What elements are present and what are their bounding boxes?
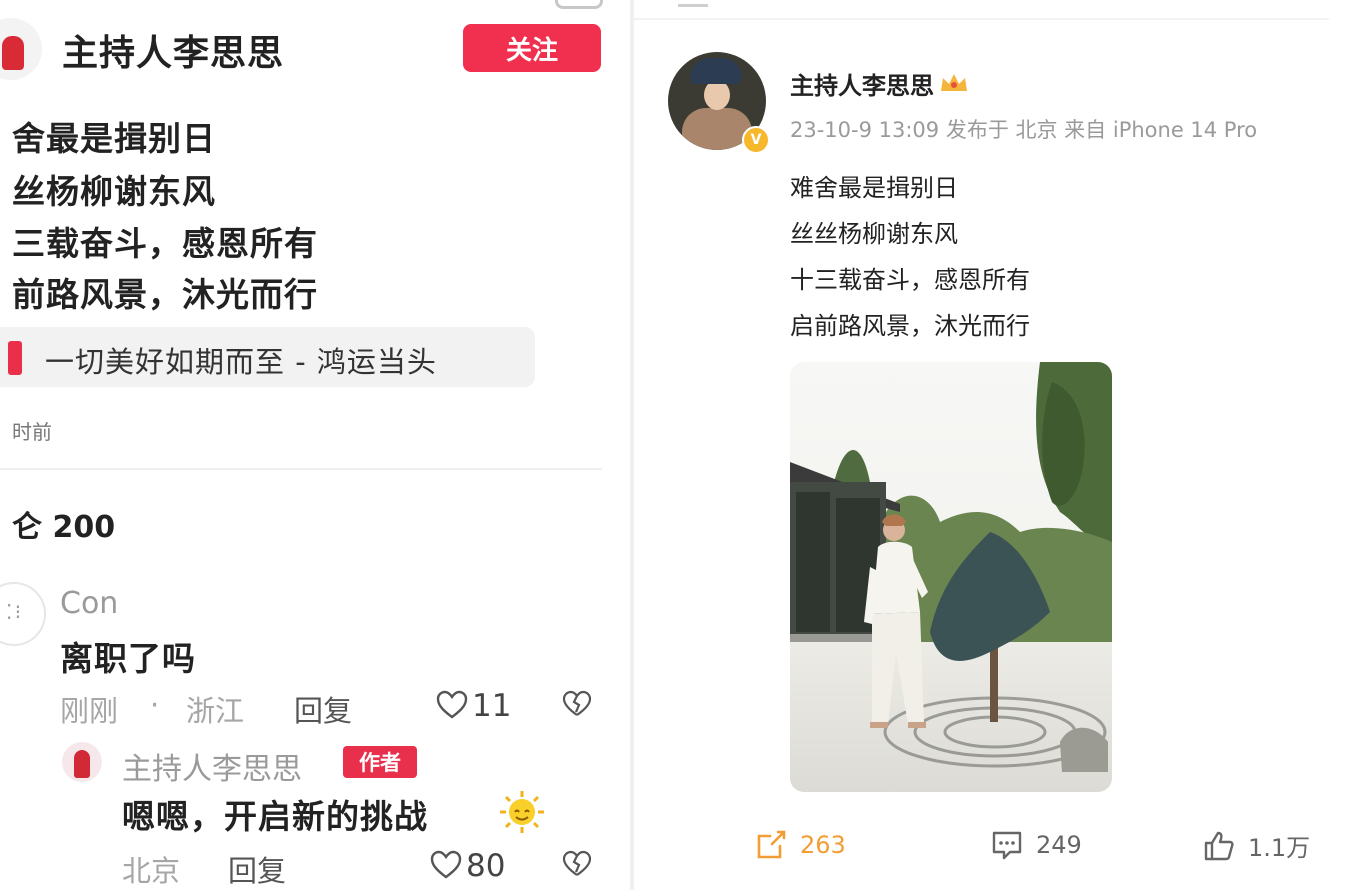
reply-text: 嗯嗯，开启新的挑战 (122, 797, 428, 836)
divider (634, 18, 1329, 20)
like-count: 1.1万 (1248, 834, 1311, 862)
crown-icon (941, 74, 967, 91)
comment-like-count: 11 (472, 688, 512, 724)
comment-icon (992, 831, 1022, 860)
topic-icon (8, 341, 22, 375)
repost-button[interactable]: 263 (754, 828, 846, 862)
author-badge: 作者 (343, 746, 417, 778)
reply-location: 北京 (122, 854, 181, 888)
author-avatar[interactable] (0, 18, 42, 80)
heart-icon (436, 690, 468, 719)
post-line-1: 舍最是揖别日 (12, 119, 216, 158)
commenter-avatar[interactable]: ⁚ ⁝ (0, 582, 46, 646)
reply-reply-button[interactable]: 回复 (228, 848, 286, 890)
broken-heart-icon (562, 850, 592, 876)
verified-icon: V (742, 126, 770, 154)
post-line-2: 丝丝杨柳谢东风 (790, 220, 958, 248)
topic-label: 一切美好如期而至 - 鸿运当头 (45, 345, 437, 379)
comment-location: 浙江 (186, 694, 245, 728)
broken-heart-icon (562, 690, 592, 716)
post-line-3: 十三载奋斗，感恩所有 (790, 266, 1030, 294)
reply-author-avatar[interactable] (62, 742, 102, 782)
pull-handle (555, 0, 603, 9)
top-edge-mark (678, 0, 708, 7)
reply-button[interactable]: 回复 (294, 688, 352, 730)
thumbs-up-icon (1204, 831, 1234, 860)
comment-count: 仑 200 (12, 510, 116, 545)
divider (0, 468, 602, 470)
comment-button[interactable]: 249 (990, 828, 1082, 862)
like-button[interactable]: 1.1万 (1202, 828, 1310, 863)
post-meta: 23-10-9 13:09 发布于 北京 来自 iPhone 14 Pro (790, 118, 1258, 142)
post-line-4: 前路风景，沐光而行 (12, 275, 318, 314)
reply-author-name[interactable]: 主持人李思思 (122, 744, 302, 788)
comment-time: 刚刚 (60, 694, 119, 728)
author-name[interactable]: 主持人李思思 (62, 24, 284, 76)
follow-button[interactable]: 关注 (463, 24, 601, 72)
post-photo[interactable] (790, 362, 1112, 792)
post-line-4: 启前路风景，沐光而行 (790, 312, 1030, 340)
comment-count: 249 (1036, 831, 1082, 859)
comment-text: 离职了吗 (60, 639, 196, 678)
dislike-button[interactable] (562, 690, 592, 722)
sun-emoji-icon (500, 791, 544, 833)
commenter-name[interactable]: Con (60, 586, 118, 621)
repost-count: 263 (800, 831, 846, 859)
reply-like-button[interactable] (430, 850, 462, 884)
right-post-panel: V 主持人李思思 23-10-9 13:09 发布于 北京 来自 iPhone … (634, 0, 1360, 890)
reply-dislike-button[interactable] (562, 850, 592, 882)
heart-icon (430, 850, 462, 879)
post-time: 时前 (12, 420, 52, 444)
post-line-2: 丝杨柳谢东风 (12, 172, 216, 211)
comment-like-button[interactable] (436, 690, 468, 724)
comment-separator: · (150, 688, 160, 722)
author-name[interactable]: 主持人李思思 (790, 66, 934, 101)
post-line-1: 难舍最是揖别日 (790, 174, 958, 202)
left-post-panel: 主持人李思思 关注 舍最是揖别日 丝杨柳谢东风 三载奋斗，感恩所有 前路风景，沐… (0, 0, 630, 890)
repost-icon (757, 830, 786, 859)
topic-tag[interactable]: 一切美好如期而至 - 鸿运当头 (0, 327, 535, 387)
post-line-3: 三载奋斗，感恩所有 (12, 224, 318, 263)
reply-like-count: 80 (466, 848, 506, 884)
